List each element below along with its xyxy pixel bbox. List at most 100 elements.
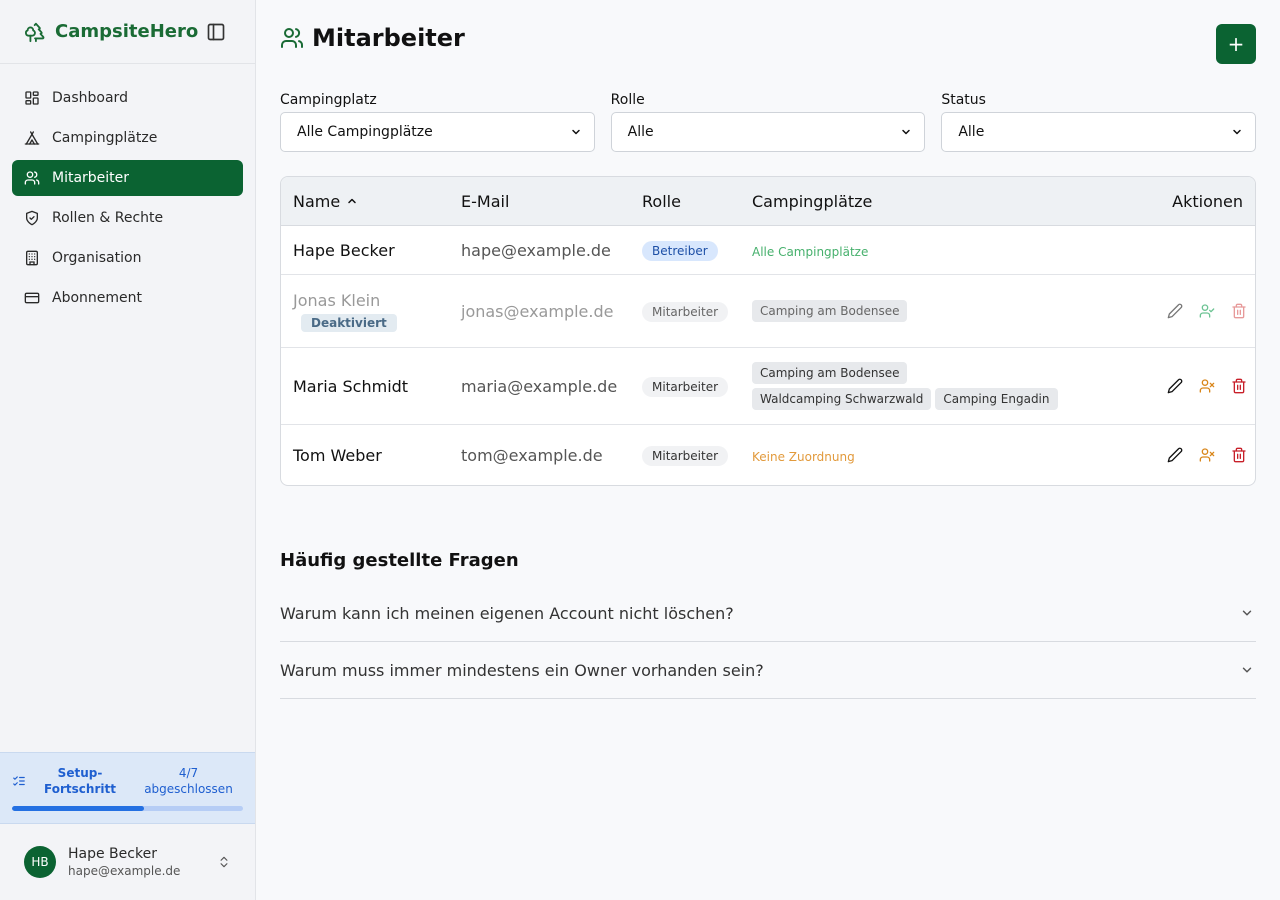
trash-icon <box>1232 378 1246 394</box>
trash-icon <box>1232 303 1246 319</box>
table-header: Name E-Mail Rolle Campingplätze Aktionen <box>281 177 1255 226</box>
sidebar-item-label: Campingplätze <box>52 130 158 146</box>
user-x-icon <box>1199 379 1215 393</box>
camp-tag: Camping am Bodensee <box>752 300 908 322</box>
employee-email: jonas@example.de <box>461 301 614 321</box>
employee-name: Maria Schmidt <box>293 376 409 396</box>
sort-ascending-icon <box>346 195 358 207</box>
user-email: hape@example.de <box>68 864 181 878</box>
table-row: Jonas Klein Deaktiviert jonas@example.de… <box>281 275 1255 348</box>
column-header-actions: Aktionen <box>1172 191 1243 211</box>
status-select[interactable]: Alle <box>941 112 1257 152</box>
setup-progress-card[interactable]: Setup-Fortschritt 4/7 abgeschlossen <box>0 752 255 824</box>
employees-table: Name E-Mail Rolle Campingplätze Aktionen… <box>280 176 1256 486</box>
employee-email: tom@example.de <box>461 445 603 465</box>
table-row: Maria Schmidt maria@example.de Mitarbeit… <box>281 348 1255 425</box>
column-header-name: Name <box>293 191 341 211</box>
faq-section: Häufig gestellte Fragen Warum kann ich m… <box>280 550 1256 699</box>
chevron-down-icon <box>1240 606 1254 620</box>
faq-item[interactable]: Warum muss immer mindestens ein Owner vo… <box>280 642 1256 699</box>
brand-header: CampsiteHero <box>0 0 255 64</box>
user-check-icon <box>1199 304 1215 318</box>
trees-logo-icon <box>24 21 46 43</box>
column-header-camps: Campingplätze <box>752 191 873 211</box>
employee-name: Hape Becker <box>293 240 395 260</box>
chevron-down-icon <box>1240 663 1254 677</box>
deactivate-user-button[interactable] <box>1191 443 1223 467</box>
faq-title: Häufig gestellte Fragen <box>280 550 519 571</box>
filter-label-status: Status <box>941 92 986 108</box>
rolle-select[interactable]: Alle <box>610 112 926 152</box>
add-employee-button[interactable]: + <box>1216 24 1256 64</box>
sidebar-item-rollen-rechte[interactable]: Rollen & Rechte <box>12 200 243 236</box>
page-title: Mitarbeiter <box>312 24 465 52</box>
role-badge: Mitarbeiter <box>642 445 729 466</box>
building-icon <box>24 250 40 266</box>
sidebar-item-label: Dashboard <box>52 90 128 106</box>
sidebar-item-dashboard[interactable]: Dashboard <box>12 80 243 116</box>
status-badge: Deaktiviert <box>301 313 397 332</box>
chevrons-up-down-icon <box>217 855 231 869</box>
chevron-down-icon <box>570 126 582 138</box>
camp-tag: Waldcamping Schwarzwald <box>752 388 932 410</box>
sidebar-nav: Dashboard Campingplätze Mitarbeiter Roll… <box>0 64 255 336</box>
sidebar-item-label: Organisation <box>52 250 142 266</box>
list-checks-icon <box>12 774 26 788</box>
sidebar-item-label: Mitarbeiter <box>52 170 130 186</box>
setup-progress-bar <box>12 806 243 811</box>
sidebar-item-label: Abonnement <box>52 290 143 306</box>
faq-item[interactable]: Warum kann ich meinen eigenen Account ni… <box>280 585 1256 642</box>
brand-name: CampsiteHero <box>55 21 199 42</box>
edit-button[interactable] <box>1159 299 1191 323</box>
delete-button[interactable] <box>1223 443 1255 467</box>
role-badge: Mitarbeiter <box>642 376 729 397</box>
avatar: HB <box>24 846 56 878</box>
employee-email: maria@example.de <box>461 376 618 396</box>
pencil-icon <box>1167 303 1183 319</box>
page-header: Mitarbeiter + <box>280 0 1256 80</box>
employee-email: hape@example.de <box>461 240 611 260</box>
sidebar-item-organisation[interactable]: Organisation <box>12 240 243 276</box>
employee-name: Tom Weber <box>293 445 382 465</box>
faq-question: Warum kann ich meinen eigenen Account ni… <box>280 603 734 623</box>
user-x-icon <box>1199 448 1215 462</box>
sidebar-item-campingplaetze[interactable]: Campingplätze <box>12 120 243 156</box>
tent-icon <box>24 130 40 146</box>
users-icon <box>24 170 40 186</box>
chevron-down-icon <box>900 126 912 138</box>
user-menu[interactable]: HB Hape Becker hape@example.de <box>0 824 255 900</box>
camp-tag: Camping am Bodensee <box>752 362 908 384</box>
chevron-down-icon <box>1231 126 1243 138</box>
shield-check-icon <box>24 210 40 226</box>
table-row: Tom Weber tom@example.de Mitarbeiter Kei… <box>281 425 1255 485</box>
delete-button[interactable] <box>1223 299 1255 323</box>
dashboard-icon <box>24 90 40 106</box>
sidebar-item-label: Rollen & Rechte <box>52 210 164 226</box>
delete-button[interactable] <box>1223 374 1255 398</box>
filter-label-rolle: Rolle <box>610 92 645 108</box>
sort-by-name[interactable]: Name <box>293 192 358 211</box>
deactivate-user-button[interactable] <box>1191 374 1223 398</box>
edit-button[interactable] <box>1159 443 1191 467</box>
edit-button[interactable] <box>1159 374 1191 398</box>
main-content: Mitarbeiter + Campingplatz Alle Campingp… <box>280 0 1257 699</box>
faq-question: Warum muss immer mindestens ein Owner vo… <box>280 660 764 680</box>
users-icon <box>280 26 304 50</box>
pencil-icon <box>1167 378 1183 394</box>
camps-none-note: Keine Zuordnung <box>752 449 855 464</box>
credit-card-icon <box>24 290 40 306</box>
setup-count: 4/7 abgeschlossen <box>144 766 233 796</box>
sidebar-item-mitarbeiter[interactable]: Mitarbeiter <box>12 160 243 196</box>
setup-progress-fill <box>12 806 144 811</box>
sidebar-toggle-icon[interactable] <box>206 22 226 42</box>
camps-all-note: Alle Campingplätze <box>752 244 869 259</box>
select-value: Alle <box>958 124 985 140</box>
campingplatz-select[interactable]: Alle Campingplätze <box>280 112 595 152</box>
filters: Campingplatz Alle Campingplätze Rolle Al… <box>280 92 1257 152</box>
role-badge: Betreiber <box>642 240 718 261</box>
camp-tag: Camping Engadin <box>935 388 1058 410</box>
activate-user-button[interactable] <box>1191 299 1223 323</box>
trash-icon <box>1232 447 1246 463</box>
sidebar-item-abonnement[interactable]: Abonnement <box>12 280 243 316</box>
select-value: Alle <box>627 124 654 140</box>
